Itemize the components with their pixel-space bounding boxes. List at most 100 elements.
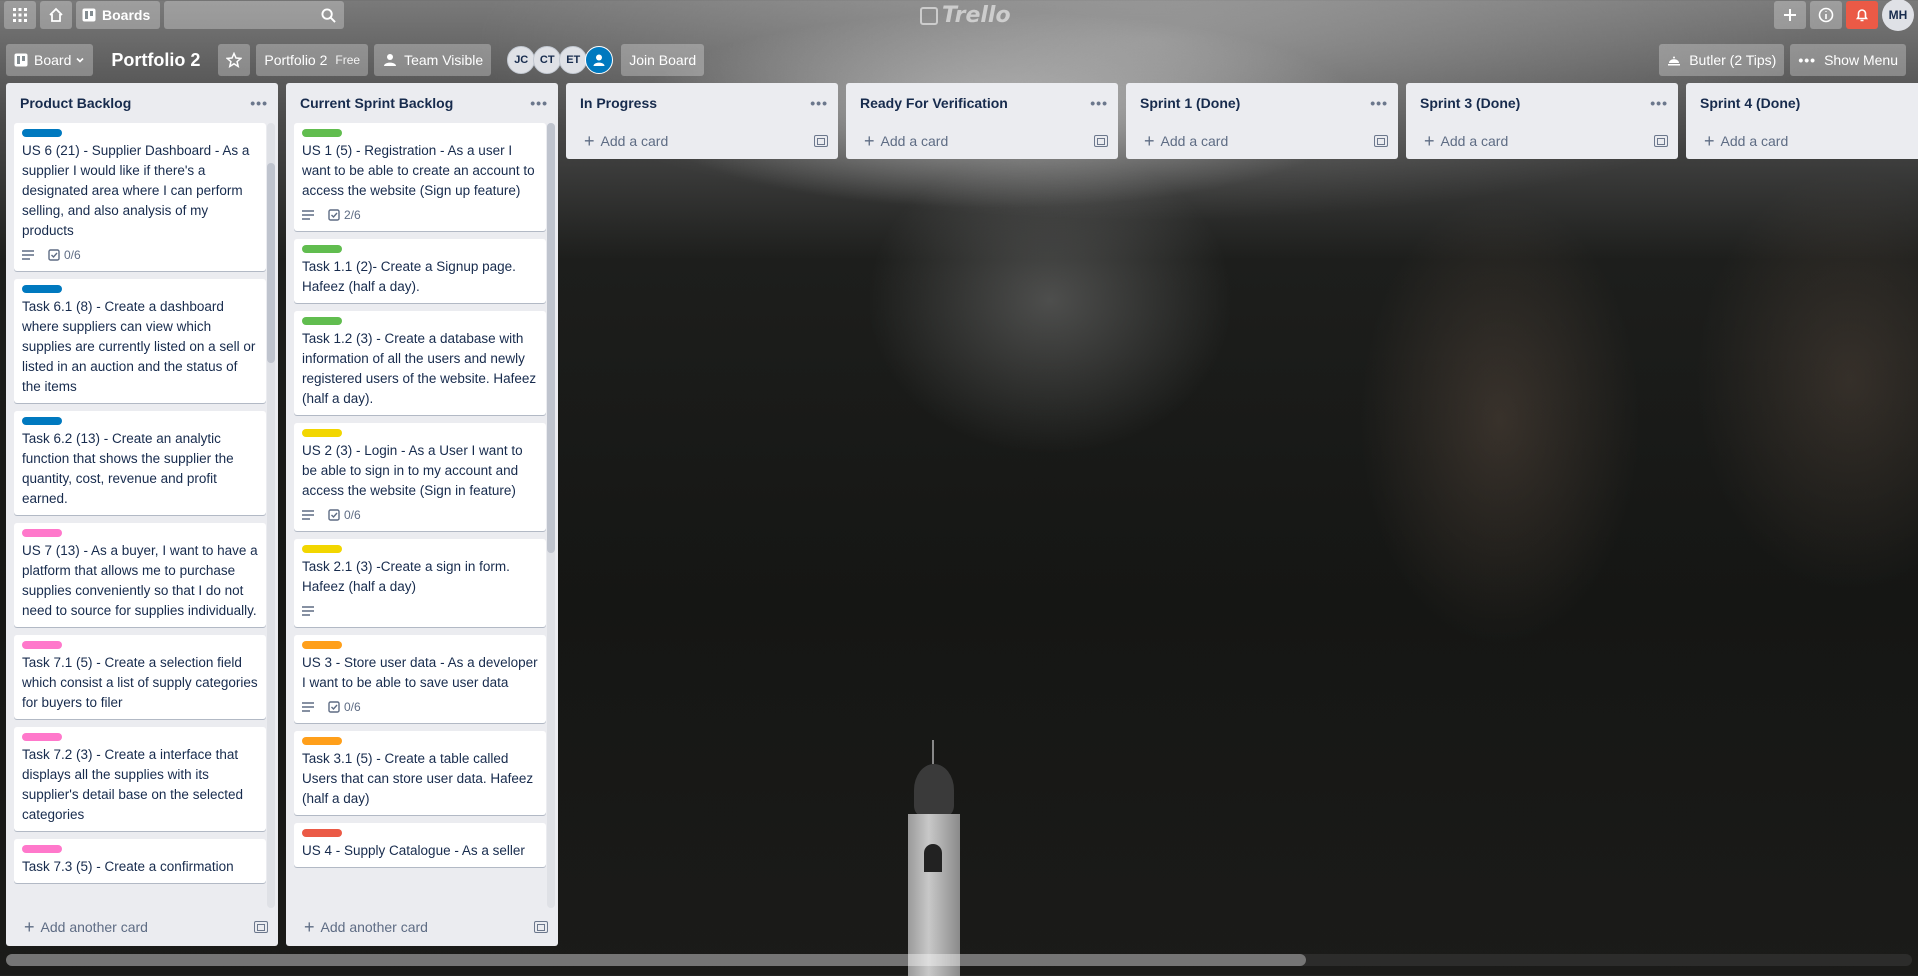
- card-label-red[interactable]: [302, 829, 342, 837]
- member-avatar[interactable]: JC: [507, 46, 536, 74]
- card-template-icon[interactable]: [254, 921, 268, 933]
- board-title[interactable]: Portfolio 2: [99, 50, 212, 71]
- list-title[interactable]: In Progress: [580, 95, 657, 111]
- list-title[interactable]: Sprint 3 (Done): [1420, 95, 1520, 111]
- card-template-icon[interactable]: [1374, 135, 1388, 147]
- card-label-green[interactable]: [302, 317, 342, 325]
- card[interactable]: US 4 - Supply Catalogue - As a seller: [294, 823, 546, 867]
- card-label-yellow[interactable]: [302, 545, 342, 553]
- list-menu-icon[interactable]: •••: [1650, 95, 1668, 111]
- list-menu-icon[interactable]: •••: [1370, 95, 1388, 111]
- card[interactable]: Task 7.3 (5) - Create a confirmation: [14, 839, 266, 883]
- card-title: Task 1.1 (2)- Create a Signup page. Hafe…: [302, 259, 516, 294]
- join-board-button[interactable]: Join Board: [621, 44, 705, 76]
- boards-button[interactable]: Boards: [76, 1, 161, 29]
- add-card-button[interactable]: + Add a card: [1144, 131, 1228, 152]
- card-title: US 7 (13) - As a buyer, I want to have a…: [22, 543, 258, 618]
- card[interactable]: Task 3.1 (5) - Create a table called Use…: [294, 731, 546, 815]
- member-avatar[interactable]: CT: [533, 46, 562, 74]
- user-avatar[interactable]: MH: [1882, 0, 1914, 31]
- add-card-button[interactable]: + Add another card: [304, 917, 428, 938]
- card-label-pink[interactable]: [22, 845, 62, 853]
- list-header: Sprint 3 (Done) •••: [1406, 83, 1678, 123]
- card[interactable]: US 3 - Store user data - As a developer …: [294, 635, 546, 723]
- card[interactable]: Task 7.2 (3) - Create a interface that d…: [14, 727, 266, 831]
- card-label-pink[interactable]: [22, 641, 62, 649]
- create-button[interactable]: [1774, 1, 1806, 29]
- card[interactable]: Task 1.2 (3) - Create a database with in…: [294, 311, 546, 415]
- list-ready-for-verification[interactable]: Ready For Verification ••• + Add a card: [846, 83, 1118, 159]
- add-card-button[interactable]: + Add a card: [1704, 131, 1788, 152]
- card-title: US 1 (5) - Registration - As a user I wa…: [302, 143, 535, 198]
- card[interactable]: Task 7.1 (5) - Create a selection field …: [14, 635, 266, 719]
- card[interactable]: Task 6.2 (13) - Create an analytic funct…: [14, 411, 266, 515]
- list-title[interactable]: Product Backlog: [20, 95, 131, 111]
- card-title: Task 1.2 (3) - Create a database with in…: [302, 331, 537, 406]
- card-badges: 0/6: [302, 505, 538, 525]
- board-scrollbar[interactable]: [6, 954, 1306, 966]
- card[interactable]: Task 1.1 (2)- Create a Signup page. Hafe…: [294, 239, 546, 303]
- add-card-label: Add a card: [1160, 133, 1229, 149]
- card-template-icon[interactable]: [1094, 135, 1108, 147]
- card-label-green[interactable]: [302, 129, 342, 137]
- list-scrollbar[interactable]: [267, 123, 275, 908]
- visibility-button[interactable]: Team Visible: [374, 44, 492, 76]
- home-button[interactable]: [40, 1, 72, 29]
- list-header: Ready For Verification •••: [846, 83, 1118, 123]
- card-label-blue[interactable]: [22, 285, 62, 293]
- trello-logo[interactable]: Trello: [920, 3, 1011, 28]
- list-in-progress[interactable]: In Progress ••• + Add a card: [566, 83, 838, 159]
- logo-text: Trello: [942, 3, 1011, 28]
- card-label-blue[interactable]: [22, 417, 62, 425]
- member-avatar[interactable]: [585, 46, 614, 74]
- card[interactable]: US 6 (21) - Supplier Dashboard - As a su…: [14, 123, 266, 271]
- card-label-orange[interactable]: [302, 641, 342, 649]
- apps-button[interactable]: [4, 1, 36, 29]
- card-template-icon[interactable]: [534, 921, 548, 933]
- list-header: Product Backlog •••: [6, 83, 278, 123]
- list-title[interactable]: Sprint 1 (Done): [1140, 95, 1240, 111]
- card-label-pink[interactable]: [22, 733, 62, 741]
- add-card-button[interactable]: + Add a card: [584, 131, 668, 152]
- list-scrollbar[interactable]: [547, 123, 555, 908]
- butler-button[interactable]: Butler (2 Tips): [1659, 44, 1785, 76]
- list-title[interactable]: Sprint 4 (Done): [1700, 95, 1800, 111]
- card-template-icon[interactable]: [1654, 135, 1668, 147]
- card[interactable]: US 2 (3) - Login - As a User I want to b…: [294, 423, 546, 531]
- list-product-backlog[interactable]: Product Backlog ••• US 6 (21) - Supplier…: [6, 83, 278, 946]
- card-label-yellow[interactable]: [302, 429, 342, 437]
- card[interactable]: Task 6.1 (8) - Create a dashboard where …: [14, 279, 266, 403]
- card[interactable]: US 7 (13) - As a buyer, I want to have a…: [14, 523, 266, 627]
- list-header: Current Sprint Backlog •••: [286, 83, 558, 123]
- search-input[interactable]: [164, 1, 345, 29]
- member-avatar[interactable]: ET: [559, 46, 588, 74]
- list-sprint-1-done[interactable]: Sprint 1 (Done) ••• + Add a card: [1126, 83, 1398, 159]
- list-menu-icon[interactable]: •••: [530, 95, 548, 111]
- card-label-green[interactable]: [302, 245, 342, 253]
- board-view-switcher[interactable]: Board: [6, 44, 94, 76]
- card-label-blue[interactable]: [22, 129, 62, 137]
- list-title[interactable]: Current Sprint Backlog: [300, 95, 453, 111]
- board-icon: [82, 8, 96, 22]
- team-button[interactable]: Portfolio 2 Free: [256, 44, 369, 76]
- list-menu-icon[interactable]: •••: [810, 95, 828, 111]
- info-button[interactable]: [1810, 1, 1842, 29]
- card[interactable]: Task 2.1 (3) -Create a sign in form. Haf…: [294, 539, 546, 627]
- list-current-sprint-backlog[interactable]: Current Sprint Backlog ••• US 1 (5) - Re…: [286, 83, 558, 946]
- checkbox-icon: [328, 209, 340, 221]
- card[interactable]: US 1 (5) - Registration - As a user I wa…: [294, 123, 546, 231]
- card-label-orange[interactable]: [302, 737, 342, 745]
- list-sprint-3-done[interactable]: Sprint 3 (Done) ••• + Add a card: [1406, 83, 1678, 159]
- list-menu-icon[interactable]: •••: [250, 95, 268, 111]
- add-card-button[interactable]: + Add a card: [864, 131, 948, 152]
- notifications-button[interactable]: [1846, 1, 1878, 29]
- star-button[interactable]: [218, 44, 251, 76]
- card-label-pink[interactable]: [22, 529, 62, 537]
- list-title[interactable]: Ready For Verification: [860, 95, 1008, 111]
- show-menu-button[interactable]: ••• Show Menu: [1790, 44, 1906, 76]
- add-card-button[interactable]: + Add a card: [1424, 131, 1508, 152]
- card-template-icon[interactable]: [814, 135, 828, 147]
- list-sprint-4-done[interactable]: Sprint 4 (Done) + Add a card: [1686, 83, 1918, 159]
- add-card-button[interactable]: + Add another card: [24, 917, 148, 938]
- list-menu-icon[interactable]: •••: [1090, 95, 1108, 111]
